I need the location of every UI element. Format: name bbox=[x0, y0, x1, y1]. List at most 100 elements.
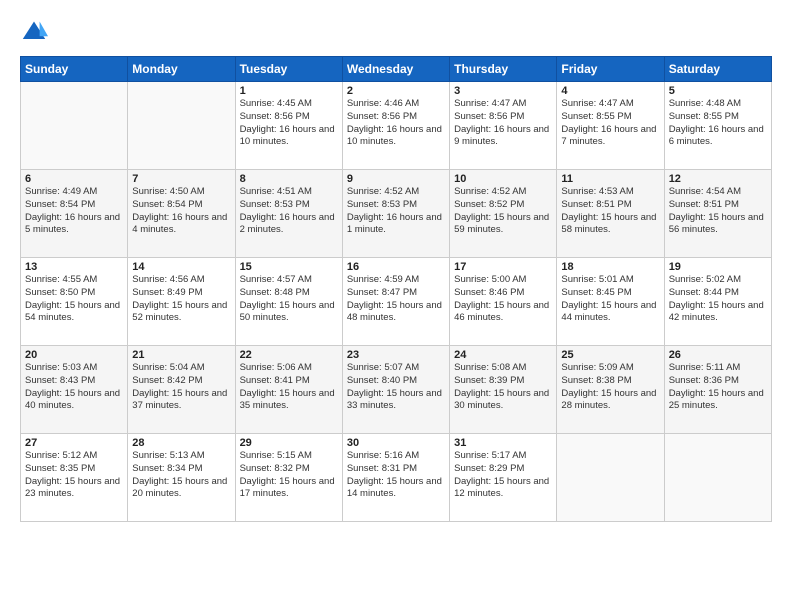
calendar-cell: 4Sunrise: 4:47 AM Sunset: 8:55 PM Daylig… bbox=[557, 82, 664, 170]
day-detail: Sunrise: 4:48 AM Sunset: 8:55 PM Dayligh… bbox=[669, 98, 767, 149]
day-number: 23 bbox=[347, 349, 445, 361]
day-detail: Sunrise: 5:15 AM Sunset: 8:32 PM Dayligh… bbox=[240, 450, 338, 501]
day-number: 1 bbox=[240, 85, 338, 97]
calendar-cell: 6Sunrise: 4:49 AM Sunset: 8:54 PM Daylig… bbox=[21, 170, 128, 258]
day-detail: Sunrise: 4:59 AM Sunset: 8:47 PM Dayligh… bbox=[347, 274, 445, 325]
day-detail: Sunrise: 4:55 AM Sunset: 8:50 PM Dayligh… bbox=[25, 274, 123, 325]
calendar-cell bbox=[128, 82, 235, 170]
day-detail: Sunrise: 5:08 AM Sunset: 8:39 PM Dayligh… bbox=[454, 362, 552, 413]
day-number: 24 bbox=[454, 349, 552, 361]
calendar-cell: 12Sunrise: 4:54 AM Sunset: 8:51 PM Dayli… bbox=[664, 170, 771, 258]
day-detail: Sunrise: 4:54 AM Sunset: 8:51 PM Dayligh… bbox=[669, 186, 767, 237]
calendar-cell: 30Sunrise: 5:16 AM Sunset: 8:31 PM Dayli… bbox=[342, 434, 449, 522]
logo-icon bbox=[20, 18, 48, 46]
day-number: 19 bbox=[669, 261, 767, 273]
day-number: 15 bbox=[240, 261, 338, 273]
day-number: 2 bbox=[347, 85, 445, 97]
calendar-cell: 18Sunrise: 5:01 AM Sunset: 8:45 PM Dayli… bbox=[557, 258, 664, 346]
calendar-week-1: 1Sunrise: 4:45 AM Sunset: 8:56 PM Daylig… bbox=[21, 82, 772, 170]
calendar-cell: 7Sunrise: 4:50 AM Sunset: 8:54 PM Daylig… bbox=[128, 170, 235, 258]
calendar-cell: 5Sunrise: 4:48 AM Sunset: 8:55 PM Daylig… bbox=[664, 82, 771, 170]
calendar-cell: 20Sunrise: 5:03 AM Sunset: 8:43 PM Dayli… bbox=[21, 346, 128, 434]
day-detail: Sunrise: 4:52 AM Sunset: 8:53 PM Dayligh… bbox=[347, 186, 445, 237]
calendar-cell bbox=[21, 82, 128, 170]
calendar-cell: 13Sunrise: 4:55 AM Sunset: 8:50 PM Dayli… bbox=[21, 258, 128, 346]
day-number: 8 bbox=[240, 173, 338, 185]
day-detail: Sunrise: 5:06 AM Sunset: 8:41 PM Dayligh… bbox=[240, 362, 338, 413]
day-detail: Sunrise: 4:47 AM Sunset: 8:56 PM Dayligh… bbox=[454, 98, 552, 149]
calendar-cell: 16Sunrise: 4:59 AM Sunset: 8:47 PM Dayli… bbox=[342, 258, 449, 346]
page-header bbox=[20, 18, 772, 46]
day-number: 28 bbox=[132, 437, 230, 449]
calendar-cell: 29Sunrise: 5:15 AM Sunset: 8:32 PM Dayli… bbox=[235, 434, 342, 522]
day-detail: Sunrise: 5:17 AM Sunset: 8:29 PM Dayligh… bbox=[454, 450, 552, 501]
weekday-header-row: SundayMondayTuesdayWednesdayThursdayFrid… bbox=[21, 57, 772, 82]
day-detail: Sunrise: 5:12 AM Sunset: 8:35 PM Dayligh… bbox=[25, 450, 123, 501]
day-number: 4 bbox=[561, 85, 659, 97]
calendar-cell: 26Sunrise: 5:11 AM Sunset: 8:36 PM Dayli… bbox=[664, 346, 771, 434]
calendar-cell: 21Sunrise: 5:04 AM Sunset: 8:42 PM Dayli… bbox=[128, 346, 235, 434]
day-detail: Sunrise: 5:16 AM Sunset: 8:31 PM Dayligh… bbox=[347, 450, 445, 501]
calendar-cell: 24Sunrise: 5:08 AM Sunset: 8:39 PM Dayli… bbox=[450, 346, 557, 434]
weekday-header-tuesday: Tuesday bbox=[235, 57, 342, 82]
day-detail: Sunrise: 4:51 AM Sunset: 8:53 PM Dayligh… bbox=[240, 186, 338, 237]
calendar-cell: 31Sunrise: 5:17 AM Sunset: 8:29 PM Dayli… bbox=[450, 434, 557, 522]
day-detail: Sunrise: 4:47 AM Sunset: 8:55 PM Dayligh… bbox=[561, 98, 659, 149]
day-detail: Sunrise: 5:09 AM Sunset: 8:38 PM Dayligh… bbox=[561, 362, 659, 413]
day-detail: Sunrise: 4:46 AM Sunset: 8:56 PM Dayligh… bbox=[347, 98, 445, 149]
day-number: 25 bbox=[561, 349, 659, 361]
calendar-cell: 19Sunrise: 5:02 AM Sunset: 8:44 PM Dayli… bbox=[664, 258, 771, 346]
day-number: 20 bbox=[25, 349, 123, 361]
weekday-header-wednesday: Wednesday bbox=[342, 57, 449, 82]
calendar-cell: 14Sunrise: 4:56 AM Sunset: 8:49 PM Dayli… bbox=[128, 258, 235, 346]
calendar-cell: 11Sunrise: 4:53 AM Sunset: 8:51 PM Dayli… bbox=[557, 170, 664, 258]
weekday-header-saturday: Saturday bbox=[664, 57, 771, 82]
weekday-header-friday: Friday bbox=[557, 57, 664, 82]
calendar-cell: 27Sunrise: 5:12 AM Sunset: 8:35 PM Dayli… bbox=[21, 434, 128, 522]
calendar-cell: 9Sunrise: 4:52 AM Sunset: 8:53 PM Daylig… bbox=[342, 170, 449, 258]
day-detail: Sunrise: 4:45 AM Sunset: 8:56 PM Dayligh… bbox=[240, 98, 338, 149]
day-number: 18 bbox=[561, 261, 659, 273]
calendar-table: SundayMondayTuesdayWednesdayThursdayFrid… bbox=[20, 56, 772, 522]
calendar-week-3: 13Sunrise: 4:55 AM Sunset: 8:50 PM Dayli… bbox=[21, 258, 772, 346]
day-number: 5 bbox=[669, 85, 767, 97]
day-detail: Sunrise: 5:11 AM Sunset: 8:36 PM Dayligh… bbox=[669, 362, 767, 413]
day-detail: Sunrise: 4:57 AM Sunset: 8:48 PM Dayligh… bbox=[240, 274, 338, 325]
calendar-cell: 22Sunrise: 5:06 AM Sunset: 8:41 PM Dayli… bbox=[235, 346, 342, 434]
calendar-cell: 1Sunrise: 4:45 AM Sunset: 8:56 PM Daylig… bbox=[235, 82, 342, 170]
weekday-header-thursday: Thursday bbox=[450, 57, 557, 82]
calendar-cell bbox=[557, 434, 664, 522]
calendar-week-4: 20Sunrise: 5:03 AM Sunset: 8:43 PM Dayli… bbox=[21, 346, 772, 434]
weekday-header-sunday: Sunday bbox=[21, 57, 128, 82]
day-detail: Sunrise: 4:49 AM Sunset: 8:54 PM Dayligh… bbox=[25, 186, 123, 237]
calendar-cell: 10Sunrise: 4:52 AM Sunset: 8:52 PM Dayli… bbox=[450, 170, 557, 258]
day-number: 31 bbox=[454, 437, 552, 449]
calendar-cell: 15Sunrise: 4:57 AM Sunset: 8:48 PM Dayli… bbox=[235, 258, 342, 346]
calendar-cell: 23Sunrise: 5:07 AM Sunset: 8:40 PM Dayli… bbox=[342, 346, 449, 434]
day-detail: Sunrise: 4:56 AM Sunset: 8:49 PM Dayligh… bbox=[132, 274, 230, 325]
day-number: 7 bbox=[132, 173, 230, 185]
day-number: 22 bbox=[240, 349, 338, 361]
day-number: 6 bbox=[25, 173, 123, 185]
calendar-cell: 8Sunrise: 4:51 AM Sunset: 8:53 PM Daylig… bbox=[235, 170, 342, 258]
calendar-cell bbox=[664, 434, 771, 522]
day-number: 9 bbox=[347, 173, 445, 185]
day-detail: Sunrise: 4:52 AM Sunset: 8:52 PM Dayligh… bbox=[454, 186, 552, 237]
day-number: 16 bbox=[347, 261, 445, 273]
calendar-cell: 28Sunrise: 5:13 AM Sunset: 8:34 PM Dayli… bbox=[128, 434, 235, 522]
day-detail: Sunrise: 5:02 AM Sunset: 8:44 PM Dayligh… bbox=[669, 274, 767, 325]
logo bbox=[20, 18, 52, 46]
day-number: 10 bbox=[454, 173, 552, 185]
calendar-week-5: 27Sunrise: 5:12 AM Sunset: 8:35 PM Dayli… bbox=[21, 434, 772, 522]
day-number: 3 bbox=[454, 85, 552, 97]
day-number: 13 bbox=[25, 261, 123, 273]
day-detail: Sunrise: 5:04 AM Sunset: 8:42 PM Dayligh… bbox=[132, 362, 230, 413]
day-detail: Sunrise: 4:50 AM Sunset: 8:54 PM Dayligh… bbox=[132, 186, 230, 237]
day-number: 11 bbox=[561, 173, 659, 185]
day-detail: Sunrise: 5:13 AM Sunset: 8:34 PM Dayligh… bbox=[132, 450, 230, 501]
day-detail: Sunrise: 5:01 AM Sunset: 8:45 PM Dayligh… bbox=[561, 274, 659, 325]
day-number: 12 bbox=[669, 173, 767, 185]
calendar-week-2: 6Sunrise: 4:49 AM Sunset: 8:54 PM Daylig… bbox=[21, 170, 772, 258]
calendar-cell: 17Sunrise: 5:00 AM Sunset: 8:46 PM Dayli… bbox=[450, 258, 557, 346]
calendar-cell: 3Sunrise: 4:47 AM Sunset: 8:56 PM Daylig… bbox=[450, 82, 557, 170]
